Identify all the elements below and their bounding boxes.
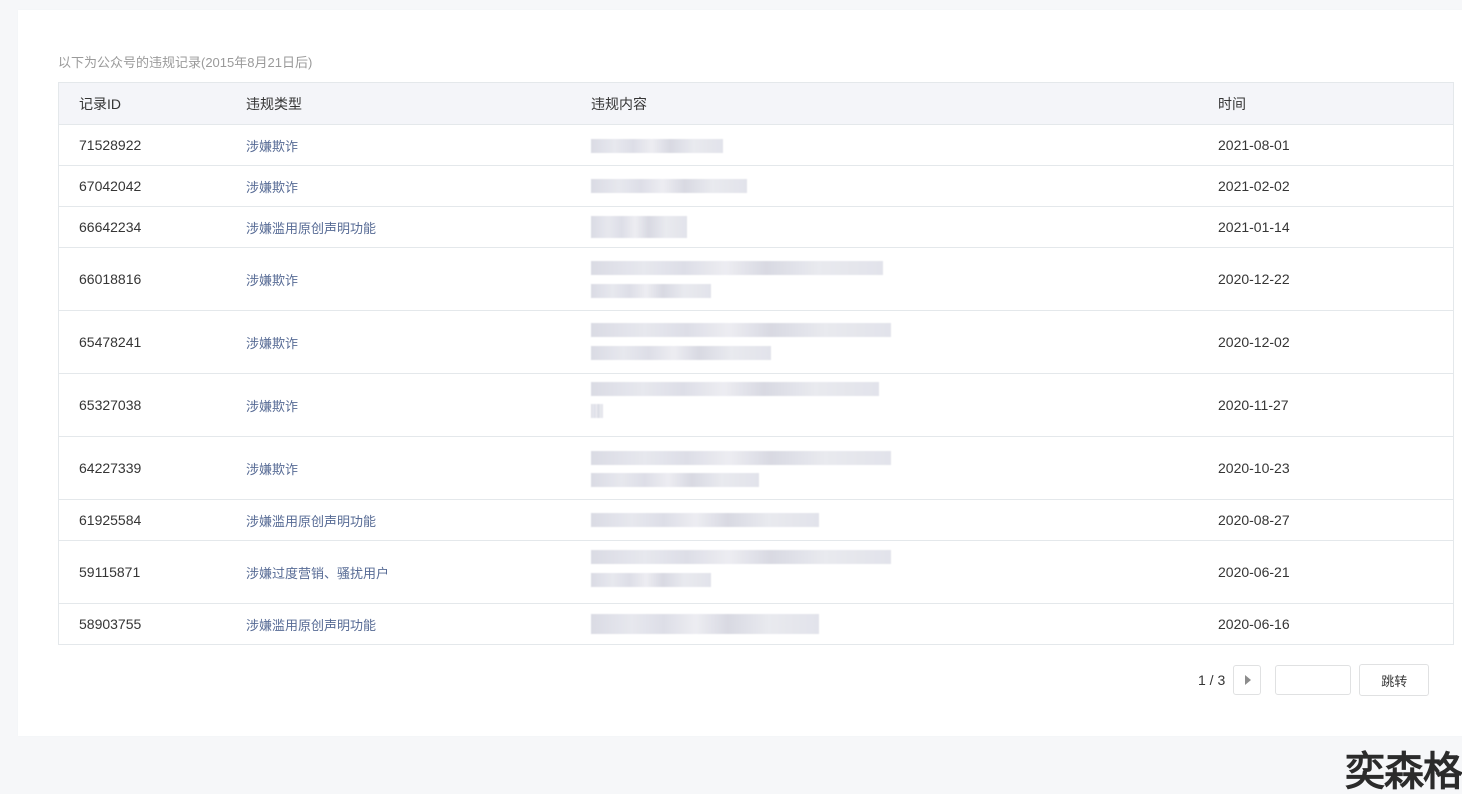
- violation-type-link[interactable]: 涉嫌欺诈: [246, 462, 298, 477]
- blurred-content: [591, 541, 1218, 603]
- violation-type-link[interactable]: 涉嫌过度营销、骚扰用户: [246, 566, 389, 581]
- violation-type-link[interactable]: 涉嫌欺诈: [246, 273, 298, 288]
- table-row: 64227339 涉嫌欺诈 2020-10-23: [59, 437, 1453, 500]
- violation-type-link[interactable]: 涉嫌滥用原创声明功能: [246, 618, 376, 633]
- table-row: 58903755 涉嫌滥用原创声明功能 2020-06-16: [59, 604, 1453, 645]
- table-row: 61925584 涉嫌滥用原创声明功能 2020-08-27: [59, 500, 1453, 541]
- record-time: 2021-02-02: [1218, 178, 1290, 194]
- next-page-button[interactable]: [1233, 665, 1262, 695]
- record-time: 2020-06-21: [1218, 564, 1290, 580]
- table-row: 66018816 涉嫌欺诈 2020-12-22: [59, 248, 1453, 311]
- notice-text: 以下为公众号的违规记录(2015年8月21日后): [58, 55, 313, 70]
- table-row: 67042042 涉嫌欺诈 2021-02-02: [59, 166, 1453, 207]
- record-time: 2021-08-01: [1218, 137, 1290, 153]
- watermark-logo: 奕森格: [1345, 750, 1462, 794]
- table-header-row: 记录ID 违规类型 违规内容 时间: [59, 83, 1453, 125]
- pagination: 1 / 3 跳转: [1198, 664, 1430, 696]
- record-time: 2020-08-27: [1218, 512, 1290, 528]
- record-id: 71528922: [79, 137, 142, 153]
- table-row: 66642234 涉嫌滥用原创声明功能 2021-01-14: [59, 207, 1453, 248]
- record-time: 2020-12-22: [1218, 271, 1290, 287]
- record-id: 65327038: [79, 397, 142, 413]
- blurred-content: [591, 311, 1218, 373]
- header-time: 时间: [1218, 95, 1246, 112]
- record-id: 65478241: [79, 334, 142, 350]
- table-row: 65478241 涉嫌欺诈 2020-12-02: [59, 311, 1453, 374]
- violation-table: 记录ID 违规类型 违规内容 时间 71528922 涉嫌欺诈 2021-08-…: [58, 82, 1454, 645]
- violation-type-link[interactable]: 涉嫌滥用原创声明功能: [246, 221, 376, 236]
- blurred-content: [591, 248, 1218, 310]
- blurred-content: [591, 207, 1218, 247]
- table-row: 71528922 涉嫌欺诈 2021-08-01: [59, 125, 1453, 166]
- header-id: 记录ID: [79, 95, 121, 112]
- caret-right-icon: [1245, 675, 1252, 685]
- violation-type-link[interactable]: 涉嫌欺诈: [246, 336, 298, 351]
- blurred-content: [591, 500, 1218, 540]
- page-indicator: 1 / 3: [1198, 672, 1226, 688]
- record-id: 66642234: [79, 219, 142, 235]
- violation-type-link[interactable]: 涉嫌欺诈: [246, 399, 298, 414]
- record-time: 2020-12-02: [1218, 334, 1290, 350]
- violation-type-link[interactable]: 涉嫌滥用原创声明功能: [246, 514, 376, 529]
- violation-type-link[interactable]: 涉嫌欺诈: [246, 139, 298, 154]
- header-type: 违规类型: [246, 95, 302, 112]
- table-row: 65327038 涉嫌欺诈 2020-11-27: [59, 374, 1453, 437]
- record-time: 2020-06-16: [1218, 616, 1290, 632]
- blurred-content: [591, 604, 1218, 644]
- record-id: 58903755: [79, 616, 142, 632]
- page-number-input[interactable]: [1275, 665, 1352, 695]
- record-id: 67042042: [79, 178, 142, 194]
- record-id: 61925584: [79, 512, 142, 528]
- header-content: 违规内容: [591, 95, 647, 112]
- blurred-content: [591, 374, 1218, 436]
- record-id: 59115871: [79, 564, 141, 580]
- record-id: 66018816: [79, 271, 142, 287]
- violation-records-card: 以下为公众号的违规记录(2015年8月21日后) 记录ID 违规类型 违规内容 …: [18, 10, 1462, 736]
- blurred-content: [591, 166, 1218, 206]
- record-time: 2020-10-23: [1218, 460, 1290, 476]
- record-time: 2021-01-14: [1218, 219, 1290, 235]
- record-id: 64227339: [79, 460, 142, 476]
- record-time: 2020-11-27: [1218, 397, 1289, 413]
- table-row: 59115871 涉嫌过度营销、骚扰用户 2020-06-21: [59, 541, 1453, 604]
- blurred-content: [591, 125, 1218, 165]
- blurred-content: [591, 437, 1218, 499]
- jump-button[interactable]: 跳转: [1359, 664, 1430, 696]
- violation-type-link[interactable]: 涉嫌欺诈: [246, 180, 298, 195]
